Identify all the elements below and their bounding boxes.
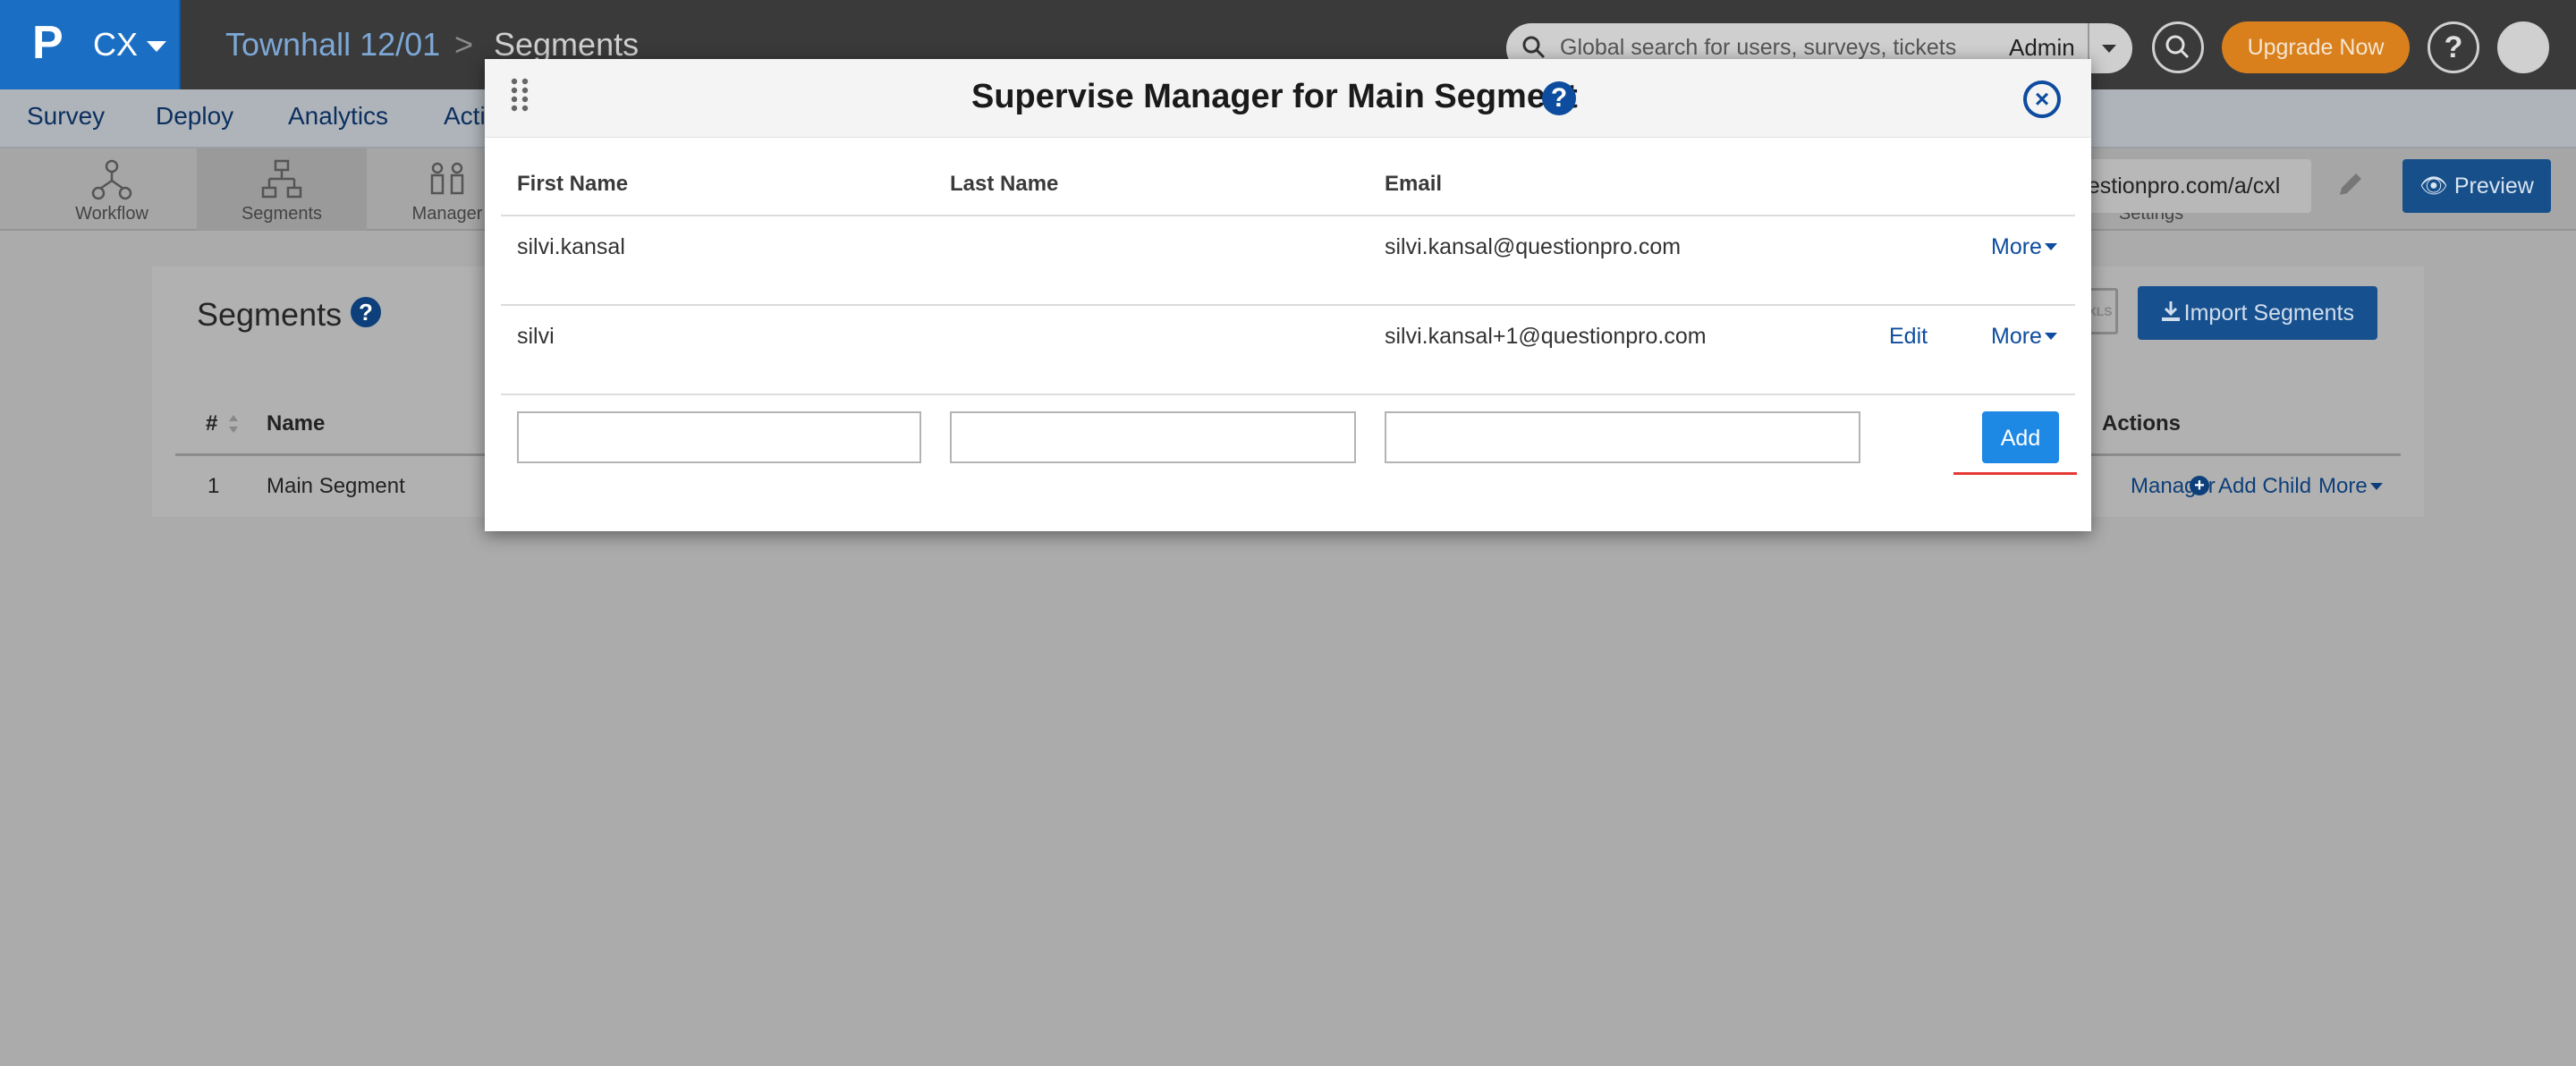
divider — [501, 304, 2075, 306]
edit-manager-link[interactable]: Edit — [1889, 322, 1928, 351]
plus-circle-icon: + — [2190, 476, 2209, 495]
last-name-input[interactable] — [950, 411, 1356, 463]
column-header-actions: Actions — [2102, 411, 2182, 436]
chevron-down-icon — [2370, 483, 2383, 490]
chevron-down-icon — [2045, 243, 2057, 250]
breadcrumb-project[interactable]: Townhall 12/01 — [225, 25, 440, 64]
nav-analytics[interactable]: Analytics — [288, 100, 388, 132]
column-header-last-name: Last Name — [950, 172, 1059, 196]
column-header-name[interactable]: Name — [267, 410, 325, 438]
row-more-menu[interactable]: More — [2318, 472, 2368, 501]
segment-name[interactable]: Main Segment — [267, 472, 405, 501]
manager-email: silvi.kansal+1@questionpro.com — [1385, 324, 1707, 349]
manager-more-menu[interactable]: More — [1991, 233, 2042, 261]
chevron-down-icon — [2102, 45, 2116, 53]
preview-button[interactable]: 👁 Preview — [2402, 159, 2551, 213]
search-placeholder: Global search for users, surveys, ticket… — [1560, 35, 1957, 60]
nav-deploy[interactable]: Deploy — [156, 100, 233, 132]
search-button[interactable] — [2152, 21, 2204, 73]
row-number: 1 — [208, 474, 220, 498]
tool-label: Workflow — [75, 204, 148, 224]
product-name[interactable]: CX — [93, 25, 138, 64]
page-title: Segments — [197, 296, 343, 333]
column-header-first-name: First Name — [517, 172, 629, 196]
user-menu-label[interactable]: Admin — [2009, 32, 2075, 63]
brand-logo: P — [32, 17, 64, 69]
nav-actions[interactable]: Acti — [444, 100, 486, 132]
download-icon — [2162, 301, 2180, 321]
tool-label: Segments — [241, 204, 323, 224]
upgrade-button[interactable]: Upgrade Now — [2222, 21, 2410, 73]
dialog-title: Supervise Manager for Main Segment — [971, 78, 1578, 115]
column-header-email: Email — [1385, 172, 1443, 196]
survey-url[interactable]: uestionpro.com/a/cxl — [2066, 159, 2311, 213]
close-icon[interactable]: × — [2023, 80, 2061, 118]
tool-workflow[interactable]: Workflow — [54, 148, 170, 231]
pencil-icon[interactable] — [2333, 166, 2368, 202]
highlight-underline — [1953, 472, 2077, 475]
column-header-number[interactable]: # — [206, 410, 217, 438]
chevron-down-icon — [2045, 333, 2057, 340]
add-child-link[interactable]: Add Child — [2218, 472, 2311, 501]
sort-icon[interactable] — [227, 411, 240, 436]
chevron-down-icon[interactable] — [147, 41, 166, 52]
segments-icon — [261, 159, 302, 199]
tool-segments[interactable]: Segments — [197, 148, 367, 231]
email-input[interactable] — [1385, 411, 1860, 463]
help-icon[interactable]: ? — [351, 297, 381, 327]
workflow-icon — [91, 159, 132, 200]
breadcrumb-separator: > — [454, 26, 474, 63]
managers-icon — [430, 162, 464, 195]
manager-first-name: silvi — [517, 324, 555, 349]
search-icon — [2165, 35, 2190, 59]
eye-icon: 👁 — [2419, 173, 2454, 199]
avatar[interactable] — [2497, 21, 2549, 73]
help-button[interactable]: ? — [2428, 21, 2479, 73]
add-manager-button[interactable]: Add — [1982, 411, 2059, 463]
manager-email: silvi.kansal@questionpro.com — [1385, 234, 1682, 259]
drag-handle-icon[interactable] — [510, 77, 530, 113]
search-icon — [1522, 36, 1546, 59]
divider — [501, 393, 2075, 395]
nav-survey[interactable]: Survey — [27, 100, 105, 132]
preview-label: Preview — [2453, 173, 2534, 199]
help-icon[interactable]: ? — [1542, 81, 1576, 115]
divider — [501, 215, 2075, 216]
first-name-input[interactable] — [517, 411, 921, 463]
manager-more-menu[interactable]: More — [1991, 322, 2042, 351]
manager-first-name: silvi.kansal — [517, 234, 625, 259]
